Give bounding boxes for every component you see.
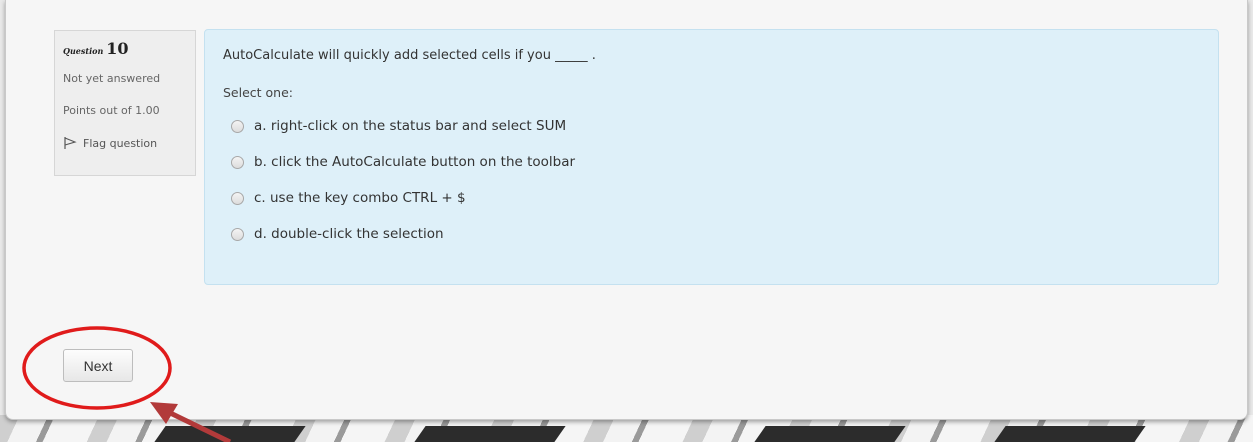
answer-option-d[interactable]: d. double-click the selection [231, 216, 1200, 252]
answer-status: Not yet answered [63, 72, 161, 85]
answer-option-b[interactable]: b. click the AutoCalculate button on the… [231, 144, 1200, 180]
answer-option-label: c. use the key combo CTRL + $ [254, 190, 466, 206]
flag-question-label: Flag question [83, 136, 158, 150]
question-points: Points out of 1.00 [63, 104, 160, 117]
question-text: AutoCalculate will quickly add selected … [223, 48, 596, 63]
flag-question-link[interactable]: Flag question [63, 136, 187, 150]
answer-option-label: a. right-click on the status bar and sel… [254, 118, 567, 134]
background-shape [754, 426, 906, 442]
next-button[interactable]: Next [63, 349, 133, 382]
question-label: Question [63, 46, 104, 56]
radio-button[interactable] [231, 191, 244, 205]
answer-option-label: d. double-click the selection [254, 226, 444, 242]
background-shape [994, 426, 1146, 442]
question-number: Question 10 [63, 39, 187, 58]
select-one-prompt: Select one: [223, 85, 294, 100]
background-shape [154, 426, 306, 442]
question-info-panel: Question 10 Not yet answered Points out … [54, 30, 196, 176]
flag-icon [64, 137, 77, 149]
radio-button[interactable] [231, 227, 244, 241]
radio-button[interactable] [231, 119, 244, 133]
quiz-card: Question 10 Not yet answered Points out … [5, 0, 1248, 420]
answer-option-a[interactable]: a. right-click on the status bar and sel… [231, 108, 1200, 144]
answer-option-c[interactable]: c. use the key combo CTRL + $ [231, 180, 1200, 216]
answer-option-label: b. click the AutoCalculate button on the… [254, 154, 576, 170]
question-content: AutoCalculate will quickly add selected … [204, 29, 1219, 285]
radio-button[interactable] [231, 155, 244, 169]
background-shape [414, 426, 566, 442]
question-number-value: 10 [106, 39, 129, 58]
